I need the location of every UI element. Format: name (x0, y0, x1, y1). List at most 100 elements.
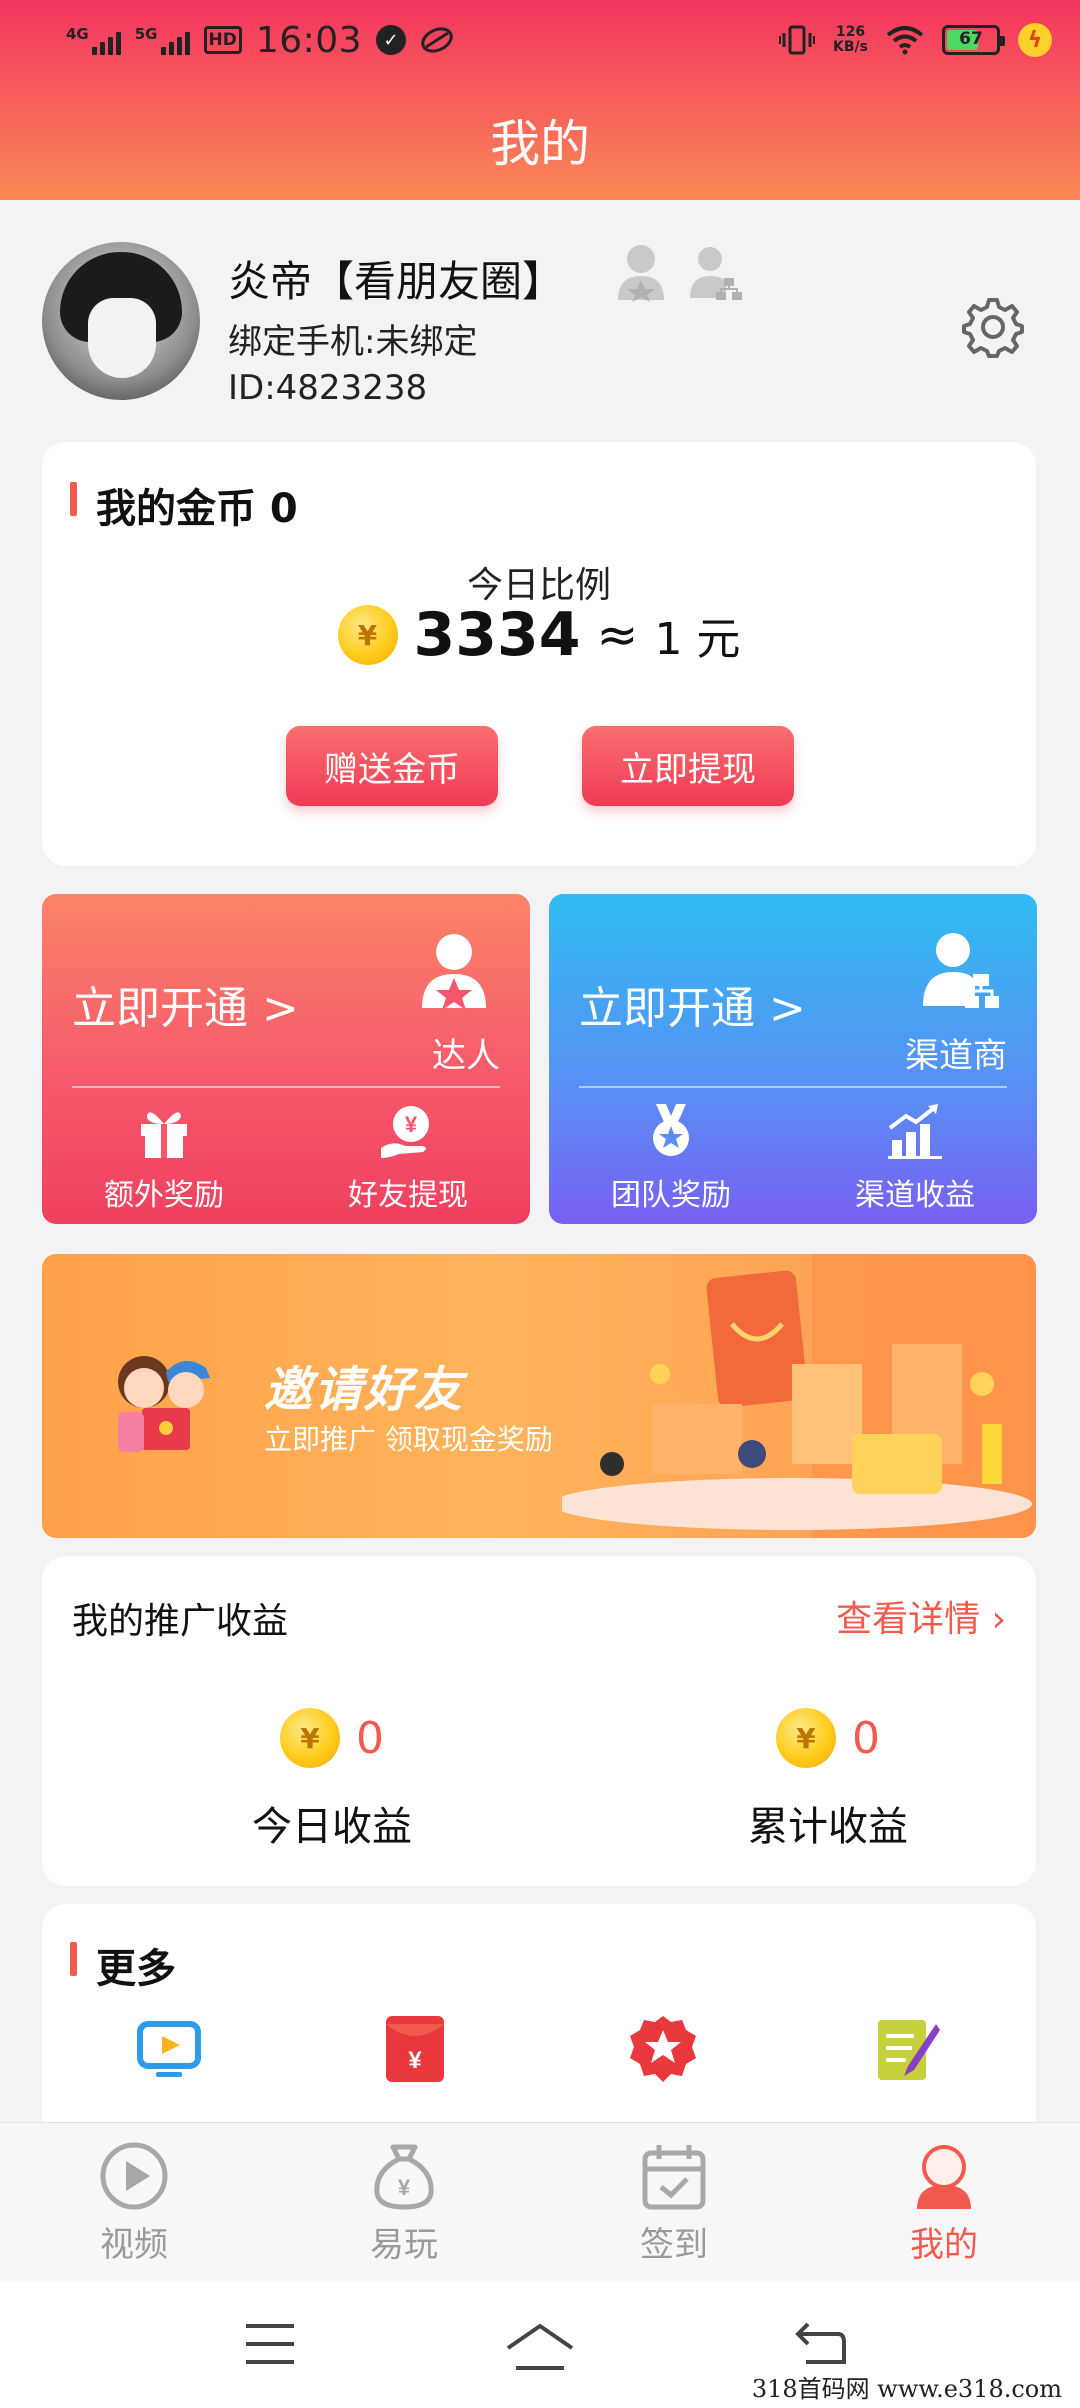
signal-sim2-icon: 5G (135, 25, 190, 55)
tab-play-label: 易玩 (370, 2225, 438, 2265)
coin-icon: ¥ (280, 1708, 340, 1768)
avatar[interactable] (42, 242, 200, 400)
signal-sim1-icon: 4G (66, 25, 121, 55)
medal-icon (653, 1104, 689, 1156)
more-title: 更多 (70, 1936, 176, 1994)
tab-video[interactable]: 视频 (34, 2141, 234, 2266)
total-earnings-value: 0 (852, 1712, 880, 1764)
talent-open-link[interactable]: 立即开通 > (72, 972, 299, 1036)
extra-reward-item[interactable]: 额外奖励 (42, 1102, 286, 1214)
vibrate-icon (779, 25, 816, 55)
channel-label: 渠道商 (905, 1036, 1007, 1076)
invite-friends-banner[interactable]: 邀请好友 立即推广 领取现金奖励 (42, 1254, 1036, 1538)
talent-vip-card[interactable]: 立即开通 > 达人 额外奖励 ¥ 好友提现 (42, 894, 530, 1224)
channel-vip-card[interactable]: 立即开通 > 渠道商 团队奖励 渠道收益 (549, 894, 1037, 1224)
yen-symbol: ¥ (405, 1112, 418, 1137)
battery-level: 67 (959, 29, 983, 49)
gift-coins-button[interactable]: 赠送金币 (286, 726, 498, 806)
coins-title: 我的金币 0 (70, 476, 298, 534)
tab-play[interactable]: ¥ 易玩 (304, 2141, 504, 2266)
back-icon[interactable] (794, 2322, 846, 2366)
friend-withdraw-label: 好友提现 (348, 1178, 468, 1213)
banner-title: 邀请好友 (264, 1362, 465, 1418)
ratio-value: 3334 (413, 600, 581, 670)
today-earnings: ¥ 0 今日收益 (132, 1708, 532, 1852)
total-earnings: ¥ 0 累计收益 (628, 1708, 1028, 1852)
menu-icon[interactable] (244, 2322, 296, 2366)
page-title: 我的 (490, 115, 590, 173)
today-earnings-value: 0 (356, 1712, 384, 1764)
calendar-icon (642, 2145, 706, 2210)
growth-chart-icon (888, 1104, 942, 1159)
kids-illustration (118, 1356, 210, 1452)
gear-icon[interactable] (962, 296, 1024, 358)
status-bar: 4G 5G HD 16:03 ✓ 126 KB/s 67 ϟ (0, 0, 1080, 80)
header: 4G 5G HD 16:03 ✓ 126 KB/s 67 ϟ 我的 (0, 0, 1080, 200)
yen-symbol: ¥ (408, 2047, 422, 2074)
talent-label: 达人 (432, 1036, 500, 1076)
chevron-right-icon: › (991, 1599, 1006, 1640)
watermark: 318首码网 www.e318.com (747, 2369, 1066, 2404)
earnings-card: 我的推广收益 查看详情 › ¥ 0 今日收益 ¥ 0 累计收益 (42, 1556, 1036, 1886)
phone-binding: 绑定手机:未绑定 (228, 322, 478, 362)
notepad-pen-icon[interactable] (872, 2014, 942, 2084)
battery-icon: 67 (942, 25, 1005, 55)
talent-badge-icon[interactable] (614, 242, 668, 302)
channel-network-icon (923, 933, 999, 1008)
team-reward-label: 团队奖励 (611, 1178, 731, 1213)
approx-sign: ≈ (596, 606, 639, 664)
coins-card: 我的金币 0 今日比例 ¥ 3334 ≈ 1 元 赠送金币 立即提现 (42, 442, 1036, 866)
talent-star-icon (422, 934, 486, 1010)
channel-badge-icon[interactable] (688, 242, 742, 302)
channel-income-item[interactable]: 渠道收益 (793, 1102, 1037, 1214)
tab-checkin[interactable]: 签到 (574, 2141, 774, 2266)
clock: 16:03 (255, 19, 363, 61)
channel-income-label: 渠道收益 (855, 1178, 975, 1213)
channel-open-link[interactable]: 立即开通 > (579, 972, 806, 1036)
gift-icon (141, 1112, 187, 1158)
home-icon[interactable] (504, 2322, 576, 2372)
money-bag-icon: ¥ (374, 2144, 434, 2210)
sim1-label: 4G (66, 25, 89, 43)
tv-play-icon[interactable] (134, 2014, 204, 2084)
net-speed-value: 126 (835, 24, 866, 40)
leaf-app-icon (421, 27, 453, 53)
extra-reward-label: 额外奖励 (104, 1178, 224, 1213)
coin-icon: ¥ (337, 605, 398, 665)
charging-icon: ϟ (1018, 23, 1052, 57)
user-id: ID:4823238 (228, 368, 428, 408)
star-badge-icon[interactable] (628, 2014, 698, 2084)
bottom-tab-bar: 视频 ¥ 易玩 签到 我的 (0, 2122, 1080, 2282)
sim2-label: 5G (134, 25, 158, 43)
divider (579, 1086, 1007, 1088)
profile-icon (917, 2145, 971, 2209)
yen-symbol: ¥ (398, 2175, 411, 2200)
withdraw-button[interactable]: 立即提现 (582, 726, 794, 806)
play-icon (100, 2142, 168, 2210)
net-speed-unit: KB/s (833, 39, 868, 55)
tab-mine[interactable]: 我的 (844, 2141, 1044, 2266)
friend-withdraw-item[interactable]: ¥ 好友提现 (286, 1102, 530, 1214)
tab-checkin-label: 签到 (640, 2225, 708, 2265)
hd-icon: HD (203, 26, 242, 54)
view-details-label: 查看详情 (836, 1599, 981, 1640)
earnings-title: 我的推广收益 (72, 1601, 289, 1642)
promo-illustration (562, 1254, 1036, 1538)
net-speed: 126 KB/s (833, 25, 868, 55)
divider (72, 1086, 500, 1088)
banner-subtitle: 立即推广 领取现金奖励 (264, 1423, 553, 1456)
check-icon: ✓ (376, 25, 407, 55)
hand-coin-icon: ¥ (381, 1106, 429, 1158)
view-details-link[interactable]: 查看详情 › (836, 1590, 1006, 1642)
tab-video-label: 视频 (100, 2225, 168, 2265)
total-earnings-label: 累计收益 (748, 1804, 908, 1850)
ratio-unit: 1 元 (654, 614, 741, 665)
team-reward-item[interactable]: 团队奖励 (549, 1102, 793, 1214)
wifi-icon (886, 26, 924, 55)
tab-mine-label: 我的 (910, 2225, 978, 2265)
today-earnings-label: 今日收益 (252, 1804, 412, 1850)
ratio-row: ¥ 3334 ≈ 1 元 (42, 600, 1036, 670)
red-envelope-icon[interactable]: ¥ (380, 2014, 450, 2084)
username: 炎帝【看朋友圈】 (228, 257, 565, 306)
coin-icon: ¥ (776, 1708, 836, 1768)
